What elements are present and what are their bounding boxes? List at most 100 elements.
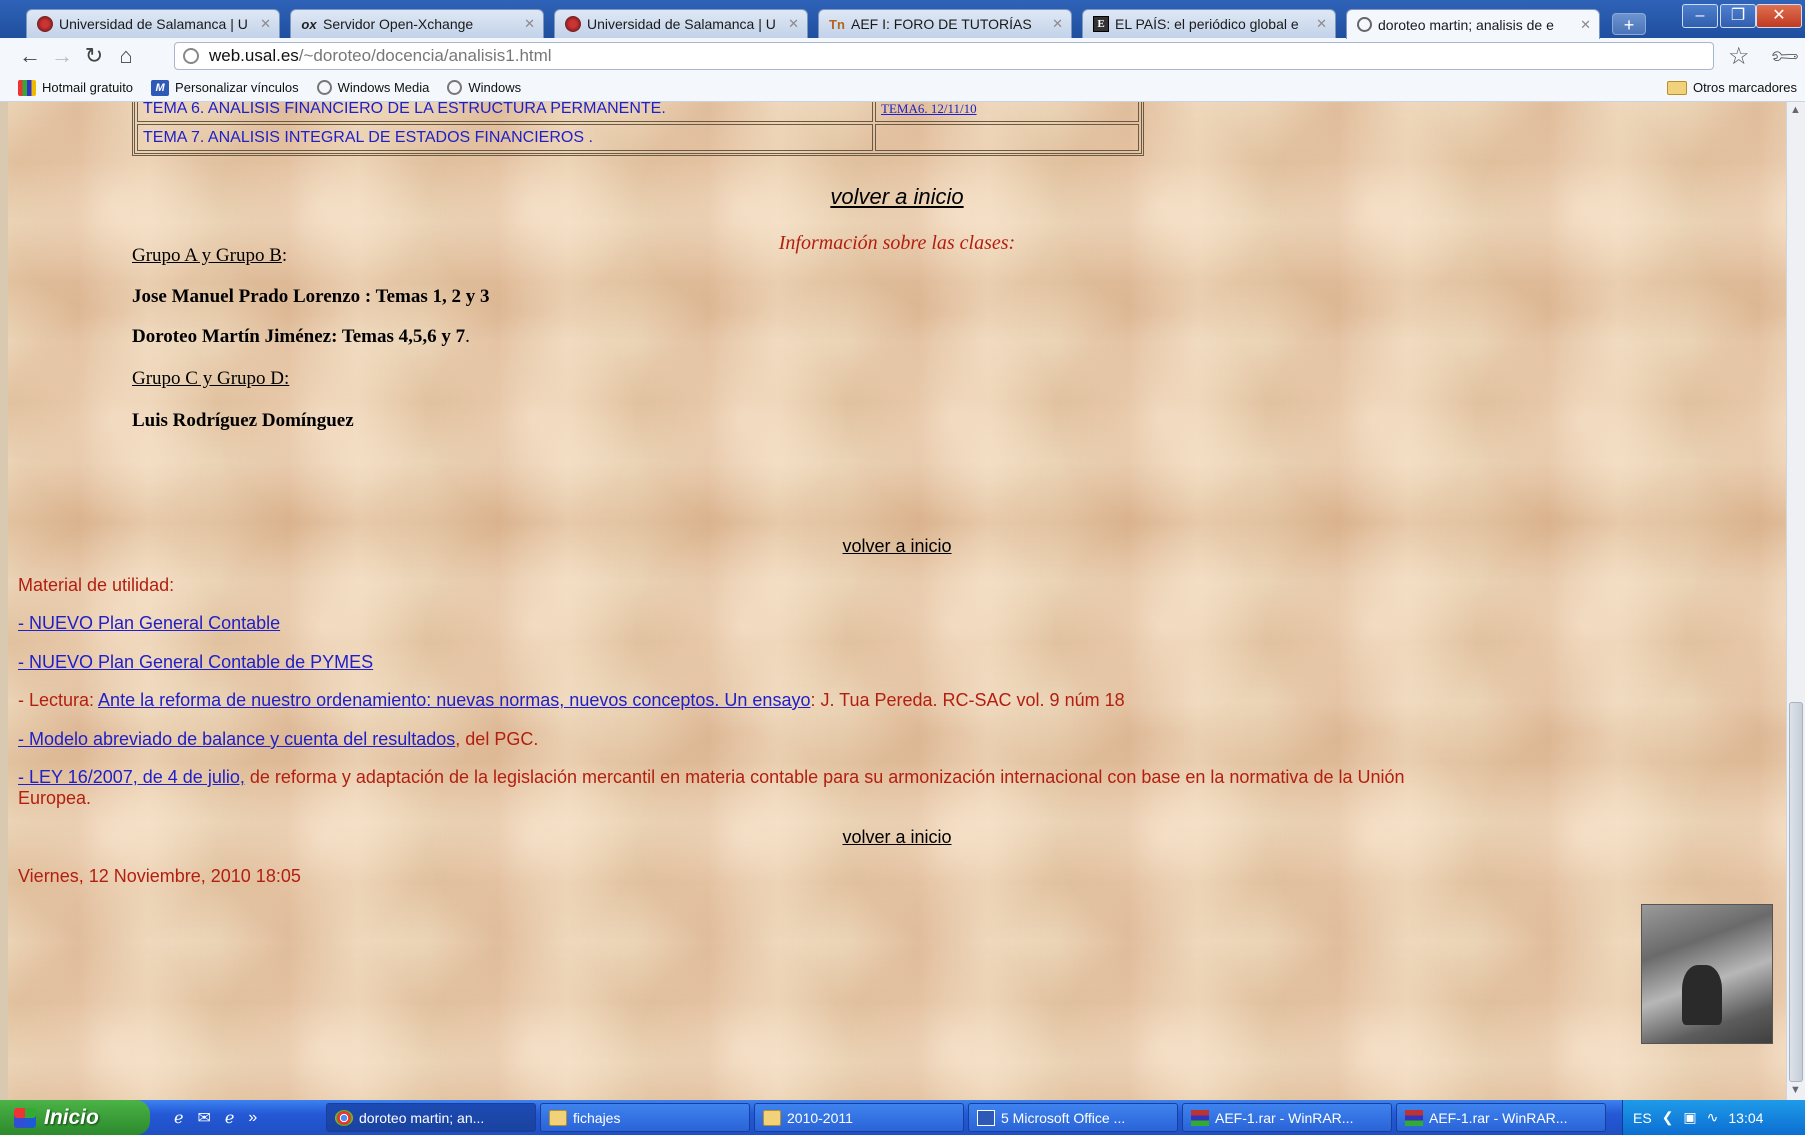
m-icon: M	[151, 79, 170, 96]
scroll-down-icon[interactable]: ▼	[1790, 1084, 1801, 1096]
winrar-icon	[1405, 1109, 1423, 1126]
grupo-ab-heading: Grupo A y Grupo B:	[132, 245, 287, 267]
chrome-icon	[335, 1109, 353, 1126]
bookmarks-bar: Hotmail gratuito M Personalizar vínculos…	[0, 74, 1805, 102]
usal-icon	[565, 16, 581, 32]
volver-inicio-link[interactable]: volver a inicio	[8, 827, 1786, 848]
tab-foro-tutorias[interactable]: Tn AEF I: FORO DE TUTORÍAS ✕	[818, 9, 1072, 38]
chevron-right-icon[interactable]: »	[248, 1109, 257, 1127]
scrollbar-thumb[interactable]	[1789, 702, 1803, 1082]
tema-cell: TEMA 7. ANALISIS INTEGRAL DE ESTADOS FIN…	[137, 124, 873, 151]
bookmark-label: Windows Media	[337, 80, 430, 95]
bookmark-star-icon[interactable]: ☆	[1728, 42, 1750, 71]
tab-usal-1[interactable]: Universidad de Salamanca | U ✕	[26, 9, 280, 38]
bookmark-hotmail[interactable]: Hotmail gratuito	[18, 79, 134, 96]
table-row: TEMA 7. ANALISIS INTEGRAL DE ESTADOS FIN…	[137, 124, 1139, 151]
close-icon[interactable]: ✕	[524, 16, 535, 32]
forward-arrow-icon[interactable]: →	[46, 43, 78, 69]
task-2010-2011[interactable]: 2010-2011	[754, 1103, 964, 1132]
close-icon[interactable]: ✕	[1580, 17, 1591, 33]
volver-inicio-link[interactable]: volver a inicio	[8, 184, 1786, 210]
ie-icon[interactable]: ℯ	[174, 1108, 183, 1128]
material-item: - Modelo abreviado de balance y cuenta d…	[18, 729, 538, 750]
home-icon[interactable]: ⌂	[110, 43, 142, 69]
back-arrow-icon[interactable]: ←	[14, 43, 46, 69]
bookmark-label: Hotmail gratuito	[42, 80, 134, 95]
tema6-link[interactable]: TEMA6. 12/11/10	[881, 102, 977, 116]
pgc-pymes-link[interactable]: - NUEVO Plan General Contable de PYMES	[18, 652, 373, 672]
tab-el-pais[interactable]: E EL PAÍS: el periódico global e ✕	[1082, 9, 1336, 38]
profesor-martin-bold: Doroteo Martín Jiménez: Temas 4,5,6 y 7	[132, 326, 466, 347]
close-icon[interactable]: ✕	[1316, 16, 1327, 32]
chevron-left-icon[interactable]: ❮	[1662, 1109, 1674, 1126]
tema-link-cell	[875, 124, 1139, 151]
tab-title: doroteo martin; analisis de e	[1378, 16, 1554, 33]
temas-table: TEMA 6. ANALISIS FINANCIERO DE LA ESTRUC…	[132, 102, 1144, 156]
task-winrar-1[interactable]: AEF-1.rar - WinRAR...	[1182, 1103, 1392, 1132]
bookmark-label: Windows	[468, 80, 522, 95]
close-icon[interactable]: ✕	[1052, 16, 1063, 32]
restore-button[interactable]: ❐	[1720, 4, 1756, 28]
material-item: - Lectura: Ante la reforma de nuestro or…	[18, 690, 1125, 711]
material-item: - LEY 16/2007, de 4 de julio, de reforma…	[18, 767, 1405, 788]
task-label: doroteo martin; an...	[359, 1109, 485, 1126]
winrar-icon	[1191, 1109, 1209, 1126]
network-icon[interactable]: ∿	[1707, 1109, 1719, 1126]
other-bookmarks[interactable]: Otros marcadores	[1666, 80, 1797, 95]
close-icon[interactable]: ✕	[788, 16, 799, 32]
folder-icon	[763, 1109, 781, 1126]
globe-icon	[316, 80, 332, 95]
tab-usal-2[interactable]: Universidad de Salamanca | U ✕	[554, 9, 808, 38]
material-item: - NUEVO Plan General Contable de PYMES	[18, 652, 373, 673]
task-label: 2010-2011	[787, 1109, 853, 1126]
new-tab-button[interactable]: +	[1612, 13, 1646, 35]
pgc-link[interactable]: - NUEVO Plan General Contable	[18, 613, 280, 633]
address-bar[interactable]: web.usal.es/~doroteo/docencia/analisis1.…	[174, 42, 1714, 70]
other-bookmarks-label: Otros marcadores	[1692, 80, 1797, 95]
ox-icon: ox	[301, 16, 317, 32]
task-label: AEF-1.rar - WinRAR...	[1429, 1109, 1568, 1126]
scroll-up-icon[interactable]: ▲	[1790, 104, 1801, 116]
start-label: Inicio	[44, 1105, 99, 1129]
ie-alt-icon[interactable]: ℯ	[225, 1108, 234, 1128]
close-icon[interactable]: ✕	[260, 16, 271, 32]
task-chrome[interactable]: doroteo martin; an...	[326, 1103, 536, 1132]
profesor-martin-tail: .	[465, 326, 470, 347]
ley-16-2007-link[interactable]: - LEY 16/2007, de 4 de julio,	[18, 767, 245, 787]
url-path: /~doroteo/docencia/analisis1.html	[298, 46, 552, 65]
minimize-button[interactable]: –	[1682, 4, 1718, 28]
bookmark-windows-media[interactable]: Windows Media	[316, 80, 430, 95]
task-label: AEF-1.rar - WinRAR...	[1215, 1109, 1354, 1126]
bookmark-personalizar[interactable]: M Personalizar vínculos	[151, 79, 299, 96]
start-button[interactable]: Inicio	[0, 1100, 150, 1135]
grupo-ab-colon: :	[281, 245, 288, 266]
language-indicator[interactable]: ES	[1633, 1110, 1652, 1126]
reload-icon[interactable]: ↻	[78, 43, 110, 69]
bookmark-windows[interactable]: Windows	[447, 80, 521, 95]
outlook-icon[interactable]: ✉	[197, 1108, 210, 1128]
volver-inicio-link[interactable]: volver a inicio	[8, 536, 1786, 557]
task-winrar-2[interactable]: AEF-1.rar - WinRAR...	[1396, 1103, 1606, 1132]
vertical-scrollbar[interactable]: ▲ ▼	[1786, 102, 1805, 1100]
windows-flag-icon	[14, 1107, 36, 1128]
material-item: - NUEVO Plan General Contable	[18, 613, 280, 634]
tab-title: Servidor Open-Xchange	[323, 16, 474, 32]
lectura-link[interactable]: Ante la reforma de nuestro ordenamiento:…	[98, 690, 810, 710]
lectura-suffix: : J. Tua Pereda. RC-SAC vol. 9 núm 18	[810, 690, 1125, 710]
quick-launch: ℯ ✉ ℯ »	[150, 1108, 285, 1128]
task-office[interactable]: 5 Microsoft Office ...	[968, 1103, 1178, 1132]
page-date: Viernes, 12 Noviembre, 2010 18:05	[18, 866, 301, 886]
modelo-balance-link[interactable]: - Modelo abreviado de balance y cuenta d…	[18, 729, 455, 749]
profesor-prado: Jose Manuel Prado Lorenzo : Temas 1, 2 y…	[132, 286, 490, 307]
tab-open-xchange[interactable]: ox Servidor Open-Xchange ✕	[290, 9, 544, 38]
globe-icon	[447, 80, 463, 95]
close-window-button[interactable]: ✕	[1756, 4, 1802, 28]
tray-app-icon[interactable]: ▣	[1683, 1109, 1696, 1126]
tema-cell: TEMA 6. ANALISIS FINANCIERO DE LA ESTRUC…	[137, 102, 873, 122]
wrench-icon[interactable]: 🔧︎	[1767, 39, 1803, 75]
task-fichajes[interactable]: fichajes	[540, 1103, 750, 1132]
task-label: 5 Microsoft Office ...	[1001, 1109, 1126, 1126]
elpais-icon: E	[1093, 16, 1109, 32]
tab-doroteo-active[interactable]: doroteo martin; analisis de e ✕	[1346, 9, 1600, 39]
bookmark-label: Personalizar vínculos	[175, 80, 299, 95]
